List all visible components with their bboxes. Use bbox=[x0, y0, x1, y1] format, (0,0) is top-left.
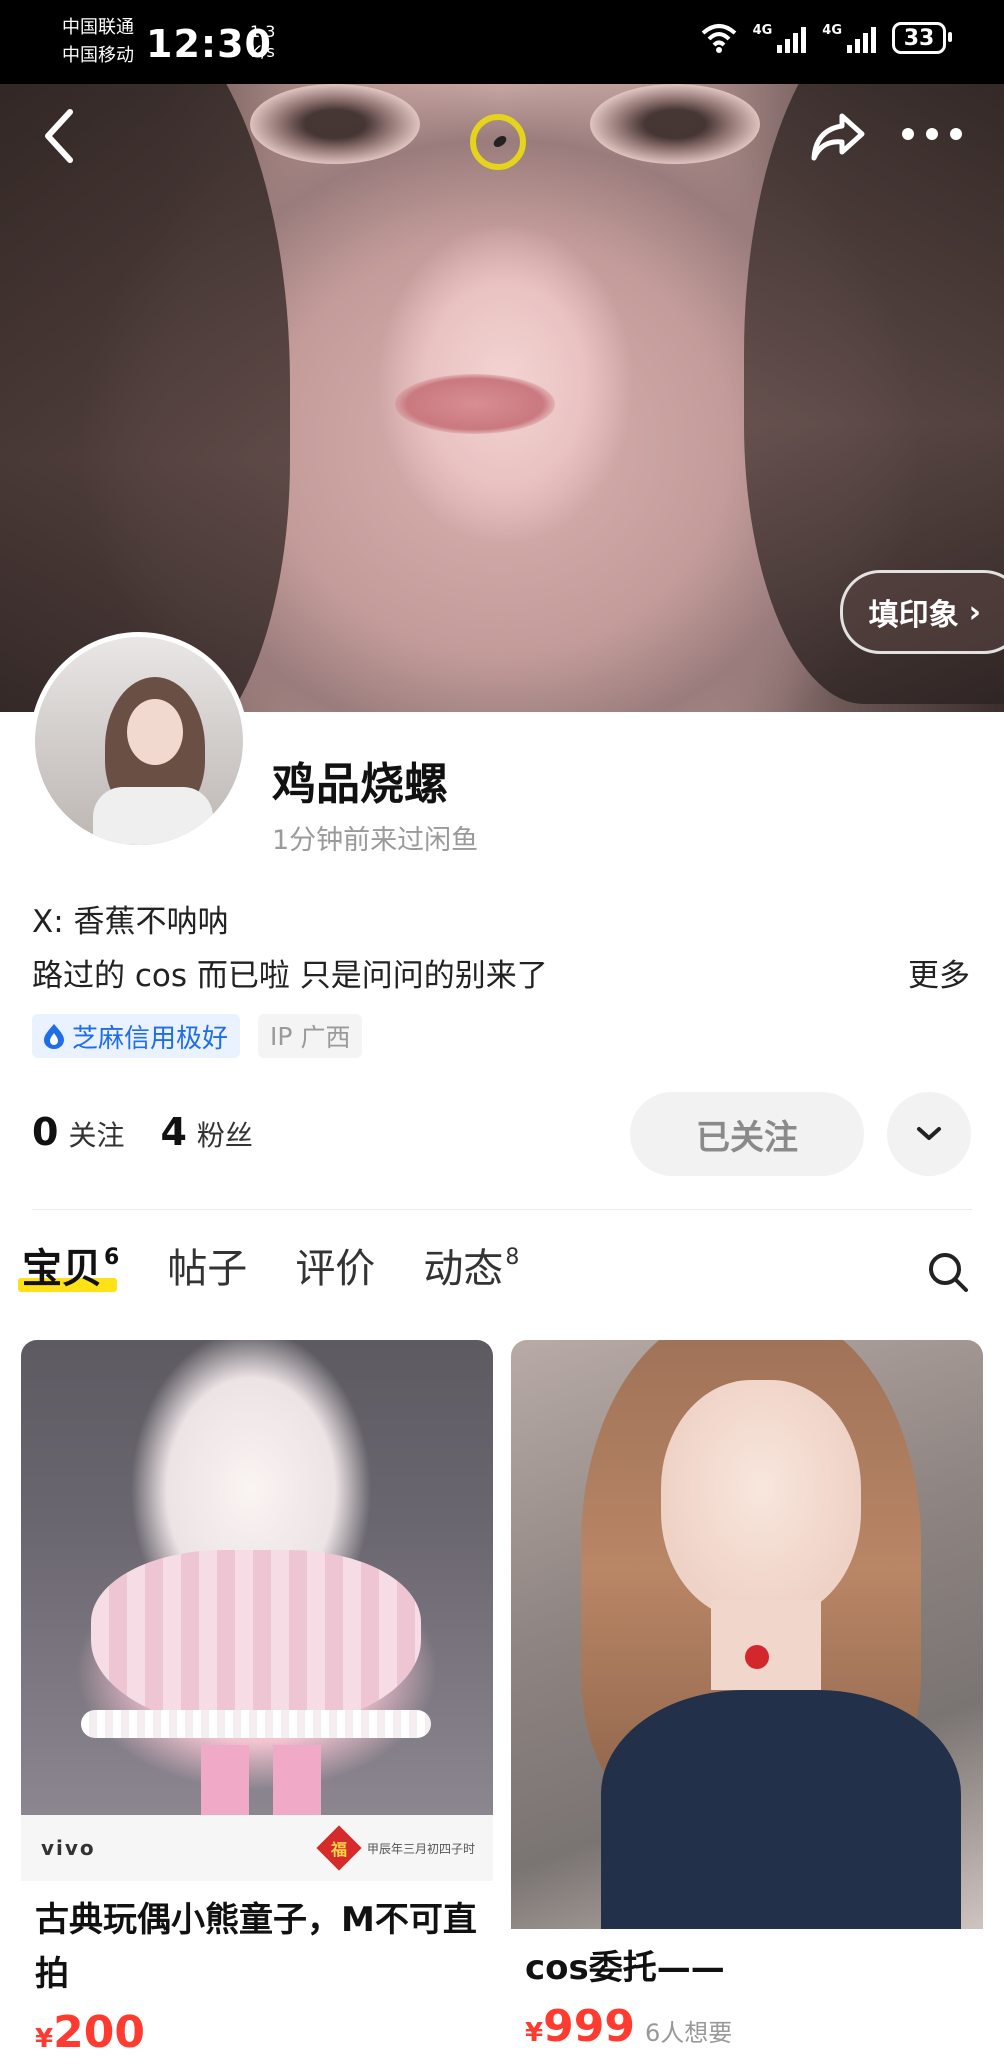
network-type-2: 4G bbox=[822, 23, 842, 38]
speed-value: 1.3 bbox=[250, 22, 276, 41]
tab-items-label: 宝贝 bbox=[22, 1246, 102, 1292]
tab-items-count: 6 bbox=[104, 1244, 120, 1270]
item-card[interactable]: vivo 福 甲辰年三月初四子时 古典玩偶小熊童子，M不可直拍 ¥200 bbox=[21, 1340, 493, 2064]
credit-badge[interactable]: 芝麻信用极好 bbox=[32, 1014, 241, 1058]
sesame-credit-icon bbox=[44, 1024, 64, 1049]
avatar[interactable] bbox=[30, 632, 248, 850]
status-bar: 中国联通 中国移动 12:30 1.3 K/s 4G 4G 33 bbox=[0, 0, 1004, 84]
tab-moments-count: 8 bbox=[505, 1244, 520, 1270]
carrier-1: 中国联通 bbox=[62, 17, 134, 38]
tab-reviews[interactable]: 评价 bbox=[295, 1236, 375, 1294]
tab-moments[interactable]: 动态8 bbox=[423, 1236, 519, 1294]
share-icon[interactable] bbox=[808, 110, 866, 164]
photo-watermark: vivo 福 甲辰年三月初四子时 bbox=[21, 1815, 493, 1881]
network-type-1: 4G bbox=[752, 23, 773, 38]
followed-button[interactable]: 已关注 bbox=[630, 1092, 864, 1176]
following-label[interactable]: 关注 bbox=[68, 1114, 124, 1154]
item-card[interactable]: cos委托—— ¥999 6人想要 bbox=[511, 1340, 983, 2058]
followers-label[interactable]: 粉丝 bbox=[197, 1114, 253, 1154]
tab-moments-label: 动态 bbox=[423, 1246, 504, 1292]
signal-2-icon: 4G bbox=[822, 23, 876, 53]
profile-tabs: 宝贝6 帖子 评价 动态8 bbox=[18, 1236, 519, 1294]
wifi-icon bbox=[701, 24, 736, 53]
signal-1-icon: 4G bbox=[753, 23, 807, 53]
item-price: ¥999 bbox=[525, 2001, 635, 2052]
touch-indicator bbox=[470, 114, 526, 170]
item-image bbox=[511, 1340, 983, 1929]
item-price: ¥200 bbox=[35, 2007, 145, 2058]
item-image bbox=[21, 1340, 493, 1815]
item-price-row: ¥999 6人想要 bbox=[511, 1995, 983, 2058]
search-icon[interactable] bbox=[926, 1250, 970, 1294]
chevron-down-icon bbox=[917, 1127, 941, 1140]
watermark-brand: vivo bbox=[41, 1836, 96, 1860]
followers-count[interactable]: 4 bbox=[160, 1110, 186, 1154]
ip-region: 广西 bbox=[300, 1023, 351, 1052]
carrier-names: 中国联通 中国移动 bbox=[62, 14, 134, 70]
credit-badge-label: 芝麻信用极好 bbox=[72, 1023, 229, 1054]
speed-unit: K/s bbox=[250, 42, 275, 61]
username: 鸡品烧螺 bbox=[272, 759, 448, 810]
carrier-2: 中国移动 bbox=[62, 45, 134, 66]
status-icons: 4G 4G 33 bbox=[701, 22, 952, 54]
last-seen: 1分钟前来过闲鱼 bbox=[272, 825, 479, 856]
ip-label: IP bbox=[270, 1021, 293, 1051]
tab-reviews-label: 评价 bbox=[295, 1246, 376, 1292]
item-title: 古典玩偶小熊童子，M不可直拍 bbox=[35, 1900, 477, 1994]
tab-posts[interactable]: 帖子 bbox=[167, 1236, 247, 1294]
more-dots-icon[interactable] bbox=[902, 128, 962, 144]
following-count[interactable]: 0 bbox=[32, 1110, 58, 1154]
bio-line-1: X: 香蕉不呐呐 bbox=[32, 904, 229, 940]
bio-more-link[interactable]: 更多 bbox=[908, 950, 970, 995]
follow-stats: 0 关注 4 粉丝 bbox=[32, 1110, 279, 1154]
impression-button[interactable]: 填印象 › bbox=[839, 570, 1004, 654]
bio-line-2: 路过的 cos 而已啦 只是问问的别来了 bbox=[32, 958, 548, 994]
back-arrow-icon[interactable] bbox=[38, 106, 82, 166]
network-speed: 1.3 K/s bbox=[250, 22, 275, 62]
item-price-row: ¥200 bbox=[21, 2001, 493, 2064]
chevron-right-icon: › bbox=[968, 594, 981, 630]
item-title: cos委托—— bbox=[525, 1948, 725, 1988]
tab-posts-label: 帖子 bbox=[167, 1246, 248, 1292]
tab-items[interactable]: 宝贝6 bbox=[18, 1236, 120, 1294]
watermark-date: 甲辰年三月初四子时 bbox=[366, 1841, 475, 1856]
divider bbox=[32, 1209, 972, 1210]
battery-icon: 33 bbox=[892, 22, 952, 54]
item-wants: 6人想要 bbox=[644, 2019, 733, 2047]
dropdown-button[interactable] bbox=[887, 1092, 971, 1176]
impression-label: 填印象 bbox=[868, 598, 959, 633]
fu-seal-icon: 福 bbox=[316, 1825, 362, 1871]
ip-badge: IP 广西 bbox=[258, 1014, 363, 1058]
